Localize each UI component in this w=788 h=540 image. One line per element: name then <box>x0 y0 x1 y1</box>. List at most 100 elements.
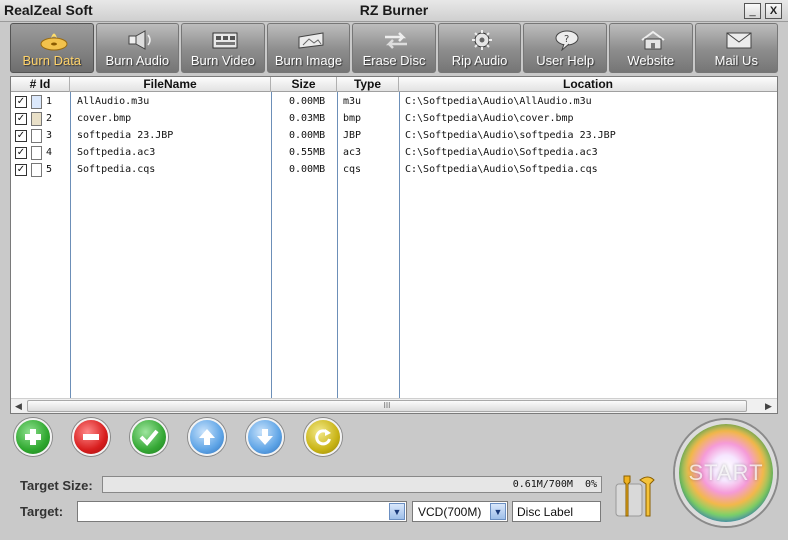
checkmark-icon <box>139 429 159 446</box>
envelope-icon <box>726 32 751 49</box>
scroll-thumb[interactable]: III <box>27 400 747 412</box>
remove-button[interactable] <box>72 418 110 456</box>
file-icon <box>31 129 42 143</box>
move-down-button[interactable] <box>246 418 284 456</box>
burn-image-button[interactable]: Burn Image <box>266 23 351 73</box>
disc-type-value: VCD(700M) <box>418 505 482 519</box>
burn-video-button[interactable]: Burn Video <box>181 23 265 73</box>
main-toolbar: Burn Data Burn Audio Burn Video Burn Ima… <box>10 23 779 75</box>
chevron-down-icon[interactable]: ▼ <box>490 503 506 520</box>
speaker-icon <box>128 30 151 50</box>
row-filename: Softpedia.ac3 <box>77 147 156 158</box>
row-id: 5 <box>46 164 53 175</box>
burn-audio-label: Burn Audio <box>105 53 170 68</box>
row-location: C:\Softpedia\Audio\softpedia 23.JBP <box>405 130 616 141</box>
website-label: Website <box>627 53 675 68</box>
column-header-location[interactable]: Location <box>399 77 777 92</box>
disc-flame-icon <box>40 33 68 51</box>
list-header: # Id FileName Size Type Location <box>11 77 777 92</box>
user-help-button[interactable]: ? User Help <box>523 23 607 73</box>
title-bar: RealZeal Soft RZ Burner _ X <box>0 0 788 22</box>
burn-data-label: Burn Data <box>22 53 82 68</box>
minimize-button[interactable]: _ <box>744 3 761 19</box>
row-type: ac3 <box>343 147 362 158</box>
table-row[interactable]: ✓ 3 softpedia 23.JBP 0.00MB JBP C:\Softp… <box>11 128 777 145</box>
row-location: C:\Softpedia\Audio\Softpedia.ac3 <box>405 147 598 158</box>
arrow-down-icon <box>257 429 273 445</box>
wrench-tools-icon <box>615 475 655 517</box>
row-id: 4 <box>46 147 53 158</box>
row-size: 0.00MB <box>289 164 326 175</box>
row-checkbox[interactable]: ✓ <box>15 130 27 142</box>
progress-text: 0.61M/700M 0% <box>513 479 597 490</box>
chevron-down-icon[interactable]: ▼ <box>389 503 405 520</box>
check-button[interactable] <box>130 418 168 456</box>
settings-tools-button[interactable] <box>614 470 664 522</box>
disc-label-input[interactable]: Disc Label <box>512 501 601 522</box>
row-checkbox[interactable]: ✓ <box>15 113 27 125</box>
file-list[interactable]: # Id FileName Size Type Location ✓ 1 All… <box>10 76 778 414</box>
row-size: 0.00MB <box>289 130 326 141</box>
table-row[interactable]: ✓ 1 AllAudio.m3u 0.00MB m3u C:\Softpedia… <box>11 94 777 111</box>
house-icon <box>641 30 665 50</box>
row-id: 1 <box>46 96 53 107</box>
plus-icon <box>25 429 41 445</box>
row-type: JBP <box>343 130 362 141</box>
svg-text:?: ? <box>564 34 569 45</box>
start-button[interactable]: START <box>675 420 777 526</box>
arrow-up-icon <box>199 429 215 445</box>
burn-data-button[interactable]: Burn Data <box>10 23 94 73</box>
mail-us-label: Mail Us <box>714 53 758 68</box>
row-size: 0.03MB <box>289 113 326 124</box>
progress-size: 0.61M/700M <box>512 479 573 490</box>
gear-rip-icon <box>471 30 492 50</box>
refresh-button[interactable] <box>304 418 342 456</box>
erase-disc-label: Erase Disc <box>362 53 426 68</box>
row-location: C:\Softpedia\Audio\AllAudio.m3u <box>405 96 592 107</box>
target-drive-select[interactable]: ▼ <box>77 501 407 522</box>
row-filename: cover.bmp <box>77 113 132 124</box>
help-bubble-icon: ? <box>555 30 579 51</box>
row-checkbox[interactable]: ✓ <box>15 96 27 108</box>
film-icon <box>212 32 238 49</box>
column-header-id[interactable]: # Id <box>11 77 70 92</box>
minus-icon <box>83 434 99 440</box>
mail-us-button[interactable]: Mail Us <box>694 23 779 73</box>
website-button[interactable]: Website <box>608 23 693 73</box>
row-filename: softpedia 23.JBP <box>77 130 174 141</box>
rip-audio-button[interactable]: Rip Audio <box>437 23 522 73</box>
row-filename: AllAudio.m3u <box>77 96 150 107</box>
user-help-label: User Help <box>536 53 595 68</box>
target-size-label: Target Size: <box>20 478 93 493</box>
burn-image-label: Burn Image <box>274 53 343 68</box>
scroll-right-arrow-icon[interactable]: ▶ <box>761 399 776 414</box>
disc-type-select[interactable]: VCD(700M) ▼ <box>412 501 508 522</box>
target-size-progress: 0.61M/700M 0% <box>102 476 602 493</box>
table-row[interactable]: ✓ 5 Softpedia.cqs 0.00MB cqs C:\Softpedi… <box>11 162 777 179</box>
column-header-size[interactable]: Size <box>271 77 337 92</box>
rip-audio-label: Rip Audio <box>451 53 508 68</box>
add-button[interactable] <box>14 418 52 456</box>
row-checkbox[interactable]: ✓ <box>15 147 27 159</box>
table-row[interactable]: ✓ 2 cover.bmp 0.03MB bmp C:\Softpedia\Au… <box>11 111 777 128</box>
progress-percent: 0% <box>584 479 597 490</box>
move-up-button[interactable] <box>188 418 226 456</box>
target-panel: Target Size: 0.61M/700M 0% Target: ▼ VCD… <box>10 462 606 532</box>
column-header-type[interactable]: Type <box>337 77 399 92</box>
horizontal-scrollbar[interactable]: ◀ III ▶ <box>11 398 777 413</box>
row-size: 0.00MB <box>289 96 326 107</box>
scroll-left-arrow-icon[interactable]: ◀ <box>11 399 26 414</box>
refresh-icon <box>315 429 331 446</box>
row-id: 2 <box>46 113 53 124</box>
close-button[interactable]: X <box>765 3 782 19</box>
image-file-icon <box>31 112 42 126</box>
erase-arrows-icon <box>385 32 408 49</box>
row-size: 0.55MB <box>289 147 326 158</box>
start-label: START <box>688 460 764 485</box>
column-header-filename[interactable]: FileName <box>70 77 271 92</box>
table-row[interactable]: ✓ 4 Softpedia.ac3 0.55MB ac3 C:\Softpedi… <box>11 145 777 162</box>
burn-audio-button[interactable]: Burn Audio <box>95 23 180 73</box>
erase-disc-button[interactable]: Erase Disc <box>352 23 436 73</box>
row-location: C:\Softpedia\Audio\cover.bmp <box>405 113 574 124</box>
row-checkbox[interactable]: ✓ <box>15 164 27 176</box>
